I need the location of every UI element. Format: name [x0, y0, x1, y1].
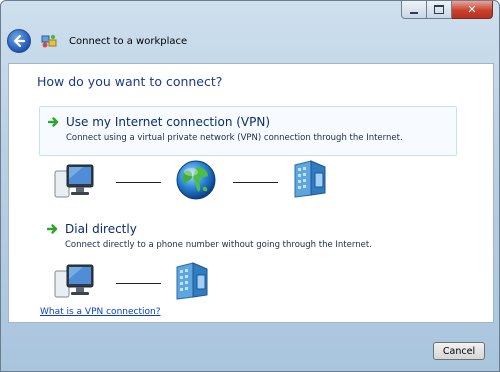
option-dial-description: Connect directly to a phone number witho… [65, 240, 372, 250]
globe-icon [176, 160, 216, 200]
computer-icon [54, 164, 94, 198]
computer-icon [54, 264, 94, 298]
page-heading: How do you want to connect? [37, 74, 223, 89]
window-title: Connect to a workplace [69, 35, 188, 47]
option-vpn-title: Use my Internet connection (VPN) [66, 115, 271, 129]
option-dial-directly[interactable]: Dial directly Connect directly to a phon… [39, 214, 455, 254]
server-icon [176, 262, 208, 300]
minimize-icon [410, 11, 418, 14]
option-vpn-description: Connect using a virtual private network … [66, 133, 403, 143]
cancel-button[interactable]: Cancel [433, 342, 485, 360]
vpn-help-link[interactable]: What is a VPN connection? [40, 307, 160, 317]
option-vpn[interactable]: Use my Internet connection (VPN) Connect… [39, 106, 457, 156]
content-panel: How do you want to connect? Use my Inter… [8, 63, 494, 323]
green-arrow-icon [47, 224, 58, 234]
back-arrow-icon [13, 34, 26, 48]
close-button[interactable]: ✕ [452, 1, 493, 19]
wizard-window: ✕ Connect to a workplace How do you want… [0, 0, 500, 372]
wizard-nav: Connect to a workplace [7, 27, 187, 55]
green-arrow-icon [48, 117, 59, 127]
option-dial-title: Dial directly [65, 222, 137, 236]
network-wizard-icon [41, 34, 57, 48]
maximize-button[interactable] [427, 1, 452, 19]
back-button[interactable] [7, 29, 31, 53]
server-icon [294, 160, 326, 198]
maximize-icon [434, 5, 444, 14]
minimize-button[interactable] [401, 1, 427, 19]
close-icon: ✕ [467, 3, 477, 16]
window-controls: ✕ [401, 1, 493, 19]
